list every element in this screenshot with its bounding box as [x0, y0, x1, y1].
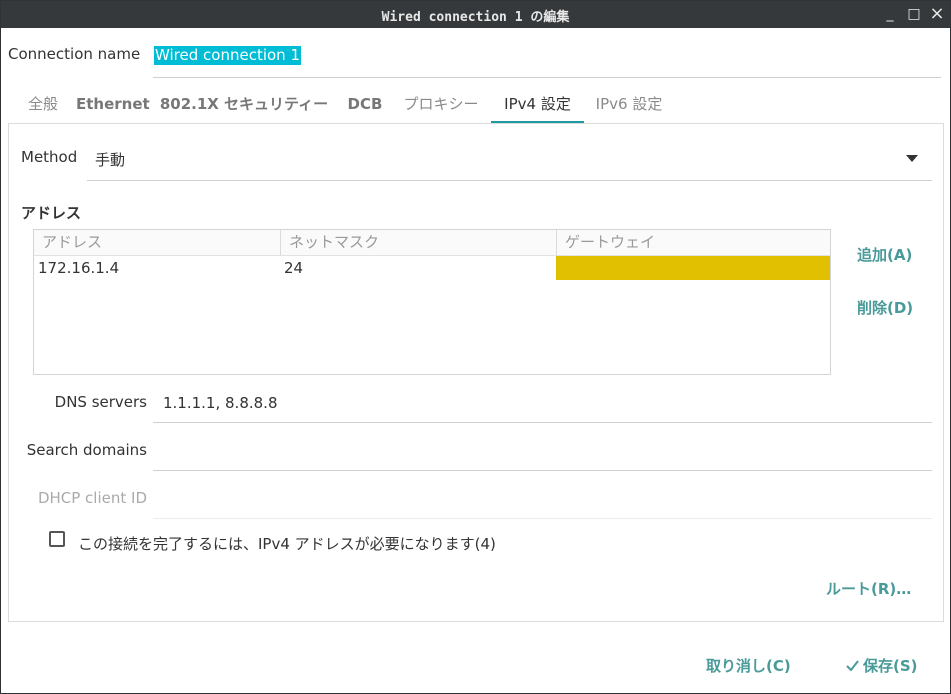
column-header-netmask[interactable]: ネットマスク	[280, 230, 556, 255]
tab-ipv6-settings[interactable]: IPv6 設定	[591, 85, 667, 123]
tab-ipv4-settings[interactable]: IPv4 設定	[491, 85, 584, 123]
close-button[interactable]: ×	[927, 4, 947, 24]
addresses-heading: アドレス	[21, 204, 82, 222]
tab-ethernet[interactable]: Ethernet	[76, 85, 150, 123]
delete-address-button[interactable]: 削除(D)	[857, 297, 913, 318]
connection-name-value: Wired connection 1	[154, 46, 301, 65]
window-title: Wired connection 1 の編集	[381, 10, 570, 25]
address-cell[interactable]: 172.16.1.4	[34, 256, 280, 280]
method-value: 手動	[95, 151, 126, 169]
column-header-address[interactable]: アドレス	[34, 230, 280, 255]
addresses-table[interactable]: アドレス ネットマスク ゲートウェイ 172.16.1.4 24	[33, 229, 831, 375]
edit-connection-window: Wired connection 1 の編集 _ □ × Connection …	[0, 0, 951, 694]
minimize-button[interactable]: _	[880, 4, 900, 24]
dhcp-client-id-input	[153, 478, 932, 519]
routes-button[interactable]: ルート(R)…	[826, 578, 911, 599]
connection-name-label: Connection name	[8, 45, 141, 63]
title-bar[interactable]: Wired connection 1 の編集 _ □ ×	[1, 1, 950, 28]
search-domains-label: Search domains	[26, 441, 147, 459]
add-address-button[interactable]: 追加(A)	[857, 244, 912, 265]
netmask-cell[interactable]: 24	[280, 256, 556, 280]
method-label: Method	[21, 148, 78, 166]
table-header: アドレス ネットマスク ゲートウェイ	[34, 230, 830, 256]
search-domains-input[interactable]	[153, 430, 932, 471]
tab-general[interactable]: 全般	[15, 85, 71, 123]
maximize-button[interactable]: □	[904, 4, 924, 24]
gateway-cell-editing[interactable]	[556, 256, 830, 280]
dns-servers-input[interactable]: 1.1.1.1, 8.8.8.8	[153, 382, 932, 423]
dns-servers-label: DNS servers	[54, 393, 147, 411]
tab-8021x-security[interactable]: 802.1X セキュリティー	[159, 85, 329, 123]
connection-name-input[interactable]: Wired connection 1	[153, 39, 941, 78]
cancel-button[interactable]: 取り消し(C)	[706, 655, 791, 676]
method-dropdown[interactable]: 手動	[87, 138, 932, 181]
require-ipv4-label[interactable]: この接続を完了するには、IPv4 アドレスが必要になります(4)	[78, 533, 496, 554]
check-icon	[846, 657, 859, 675]
dns-servers-value: 1.1.1.1, 8.8.8.8	[163, 394, 278, 412]
save-button[interactable]: 保存(S)	[846, 655, 918, 676]
dropdown-arrow-icon	[906, 155, 918, 162]
column-header-gateway[interactable]: ゲートウェイ	[556, 230, 830, 255]
dhcp-client-id-label: DHCP client ID	[37, 489, 147, 507]
require-ipv4-checkbox[interactable]	[49, 531, 65, 547]
tab-dcb[interactable]: DCB	[344, 85, 386, 123]
tab-proxy[interactable]: プロキシー	[399, 85, 483, 123]
save-button-label: 保存(S)	[863, 657, 918, 675]
